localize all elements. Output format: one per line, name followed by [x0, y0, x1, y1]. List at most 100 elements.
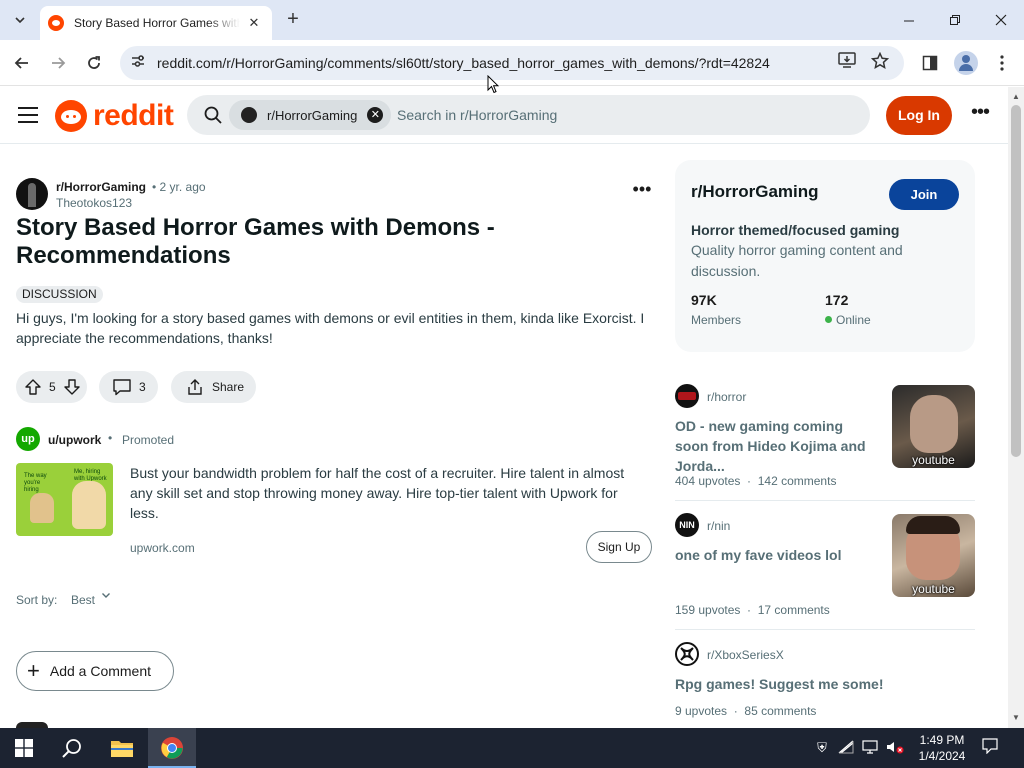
related-title[interactable]: OD - new gaming coming soon from Hideo K…: [675, 416, 880, 476]
thumbnail-label: youtube: [912, 582, 955, 596]
comments-button[interactable]: 3: [99, 371, 158, 403]
page-scrollbar[interactable]: ▲ ▼: [1008, 87, 1024, 728]
clear-chip-icon[interactable]: ✕: [367, 107, 384, 123]
display-icon[interactable]: [862, 740, 878, 756]
related-subreddit[interactable]: r/nin: [707, 519, 730, 533]
profile-avatar-icon[interactable]: [954, 51, 978, 75]
new-tab-button[interactable]: +: [282, 8, 304, 30]
promoted-text[interactable]: Bust your bandwidth problem for half the…: [130, 463, 640, 523]
subreddit-info-card: r/HorrorGaming Join Horror themed/focuse…: [675, 160, 975, 352]
reddit-logo[interactable]: reddit: [55, 99, 174, 133]
promoted-user-link[interactable]: u/upwork: [48, 433, 101, 447]
tab-close-icon[interactable]: ✕: [246, 15, 262, 31]
volume-muted-icon[interactable]: [886, 740, 904, 756]
upwork-avatar-icon[interactable]: up: [16, 427, 40, 451]
post-title: Story Based Horror Games with Demons - R…: [16, 214, 495, 269]
reddit-favicon-icon: [48, 15, 64, 31]
hamburger-menu-icon[interactable]: [18, 107, 38, 123]
windows-taskbar: ⛨ 1:49 PM 1/4/2024: [0, 728, 1024, 768]
site-info-icon[interactable]: [128, 53, 148, 73]
sort-chevron-icon[interactable]: [101, 590, 111, 603]
address-bar[interactable]: reddit.com/r/HorrorGaming/comments/sl60t…: [120, 46, 904, 80]
sign-up-button[interactable]: Sign Up: [586, 531, 652, 563]
url-text[interactable]: reddit.com/r/HorrorGaming/comments/sl60t…: [157, 55, 770, 71]
subreddit-avatar[interactable]: [16, 178, 48, 210]
small-dog-figure: [30, 493, 54, 523]
reload-button[interactable]: [82, 51, 106, 75]
horror-subreddit-icon: [675, 384, 699, 408]
forward-button[interactable]: [46, 51, 70, 75]
windows-logo-icon: [15, 739, 33, 757]
add-comment-button[interactable]: + Add a Comment: [16, 651, 174, 691]
login-button[interactable]: Log In: [886, 96, 952, 135]
upvote-icon[interactable]: [24, 378, 42, 396]
post-author-link[interactable]: Theotokos123: [56, 196, 132, 210]
promoted-domain-link[interactable]: upwork.com: [130, 541, 195, 555]
forward-arrow-icon: [52, 57, 66, 69]
related-subreddit[interactable]: r/XboxSeriesX: [707, 648, 784, 662]
share-button[interactable]: Share: [171, 371, 256, 403]
promo-separator: •: [108, 431, 113, 445]
chevron-down-icon: [15, 17, 25, 24]
search-input[interactable]: [397, 107, 837, 123]
restore-button[interactable]: [932, 0, 978, 40]
chrome-icon: [161, 737, 183, 759]
system-clock[interactable]: 1:49 PM 1/4/2024: [914, 732, 970, 764]
comment-count: 3: [139, 380, 146, 394]
thumbnail-label: youtube: [912, 453, 955, 467]
tab-search-button[interactable]: [8, 8, 32, 32]
scroll-thumb[interactable]: [1011, 105, 1021, 457]
vote-count: 5: [49, 380, 56, 394]
related-post[interactable]: r/XboxSeriesX Rpg games! Suggest me some…: [675, 642, 975, 722]
nin-subreddit-icon: NIN: [675, 513, 699, 537]
search-icon: [204, 106, 222, 124]
plus-icon: +: [27, 658, 40, 683]
post-age: • 2 yr. ago: [152, 180, 206, 194]
xbox-subreddit-icon: [675, 642, 699, 666]
sidebar-subreddit-name[interactable]: r/HorrorGaming: [691, 182, 819, 202]
subreddit-icon: [241, 107, 257, 123]
side-panel-icon[interactable]: [918, 51, 942, 75]
back-button[interactable]: [10, 51, 34, 75]
browser-tab[interactable]: Story Based Horror Games with D ✕: [40, 6, 272, 40]
online-label: Online: [825, 313, 871, 327]
clock-time: 1:49 PM: [919, 733, 965, 747]
install-app-icon[interactable]: [836, 52, 858, 74]
security-shield-icon[interactable]: ⛨: [814, 740, 830, 756]
chrome-taskbar-icon[interactable]: [148, 728, 196, 768]
close-window-button[interactable]: [978, 0, 1024, 40]
post-subreddit-link[interactable]: r/HorrorGaming: [56, 180, 146, 194]
add-comment-label: Add a Comment: [49, 663, 152, 679]
minimize-icon: [903, 20, 914, 21]
related-title[interactable]: Rpg games! Suggest me some!: [675, 674, 975, 694]
minimize-button[interactable]: [886, 0, 932, 40]
promoted-image[interactable]: The way you're hiring Me, hiring with Up…: [16, 463, 113, 536]
search-subreddit-chip[interactable]: r/HorrorGaming ✕: [229, 100, 392, 130]
notifications-icon[interactable]: [980, 738, 1000, 758]
chrome-menu-icon[interactable]: [990, 51, 1014, 75]
join-button[interactable]: Join: [889, 179, 959, 210]
search-icon: [62, 739, 81, 758]
file-explorer-button[interactable]: [98, 728, 146, 768]
related-post[interactable]: NIN r/nin one of my fave videos lol 159 …: [675, 513, 975, 623]
related-post[interactable]: r/horror OD - new gaming coming soon fro…: [675, 384, 975, 494]
related-thumbnail[interactable]: youtube: [892, 514, 975, 597]
sort-dropdown[interactable]: Best: [71, 593, 95, 607]
scroll-down-icon[interactable]: ▼: [1008, 710, 1024, 726]
related-subreddit[interactable]: r/horror: [707, 390, 746, 404]
start-button[interactable]: [0, 728, 48, 768]
bookmark-star-icon[interactable]: [869, 51, 891, 74]
related-title[interactable]: one of my fave videos lol: [675, 545, 880, 565]
search-chip-label: r/HorrorGaming: [267, 107, 358, 123]
reddit-search-bar[interactable]: r/HorrorGaming ✕: [187, 95, 870, 135]
more-options-icon[interactable]: •••: [968, 102, 992, 126]
taskbar-search-button[interactable]: [48, 728, 96, 768]
network-status-icon[interactable]: [838, 740, 854, 756]
related-meta: 159 upvotes · 17 comments: [675, 603, 830, 617]
scroll-up-icon[interactable]: ▲: [1008, 89, 1024, 105]
restore-icon: [949, 14, 960, 25]
related-thumbnail[interactable]: youtube: [892, 385, 975, 468]
post-flair[interactable]: DISCUSSION: [16, 286, 103, 303]
post-overflow-menu-icon[interactable]: •••: [630, 180, 654, 202]
downvote-icon[interactable]: [63, 378, 81, 396]
